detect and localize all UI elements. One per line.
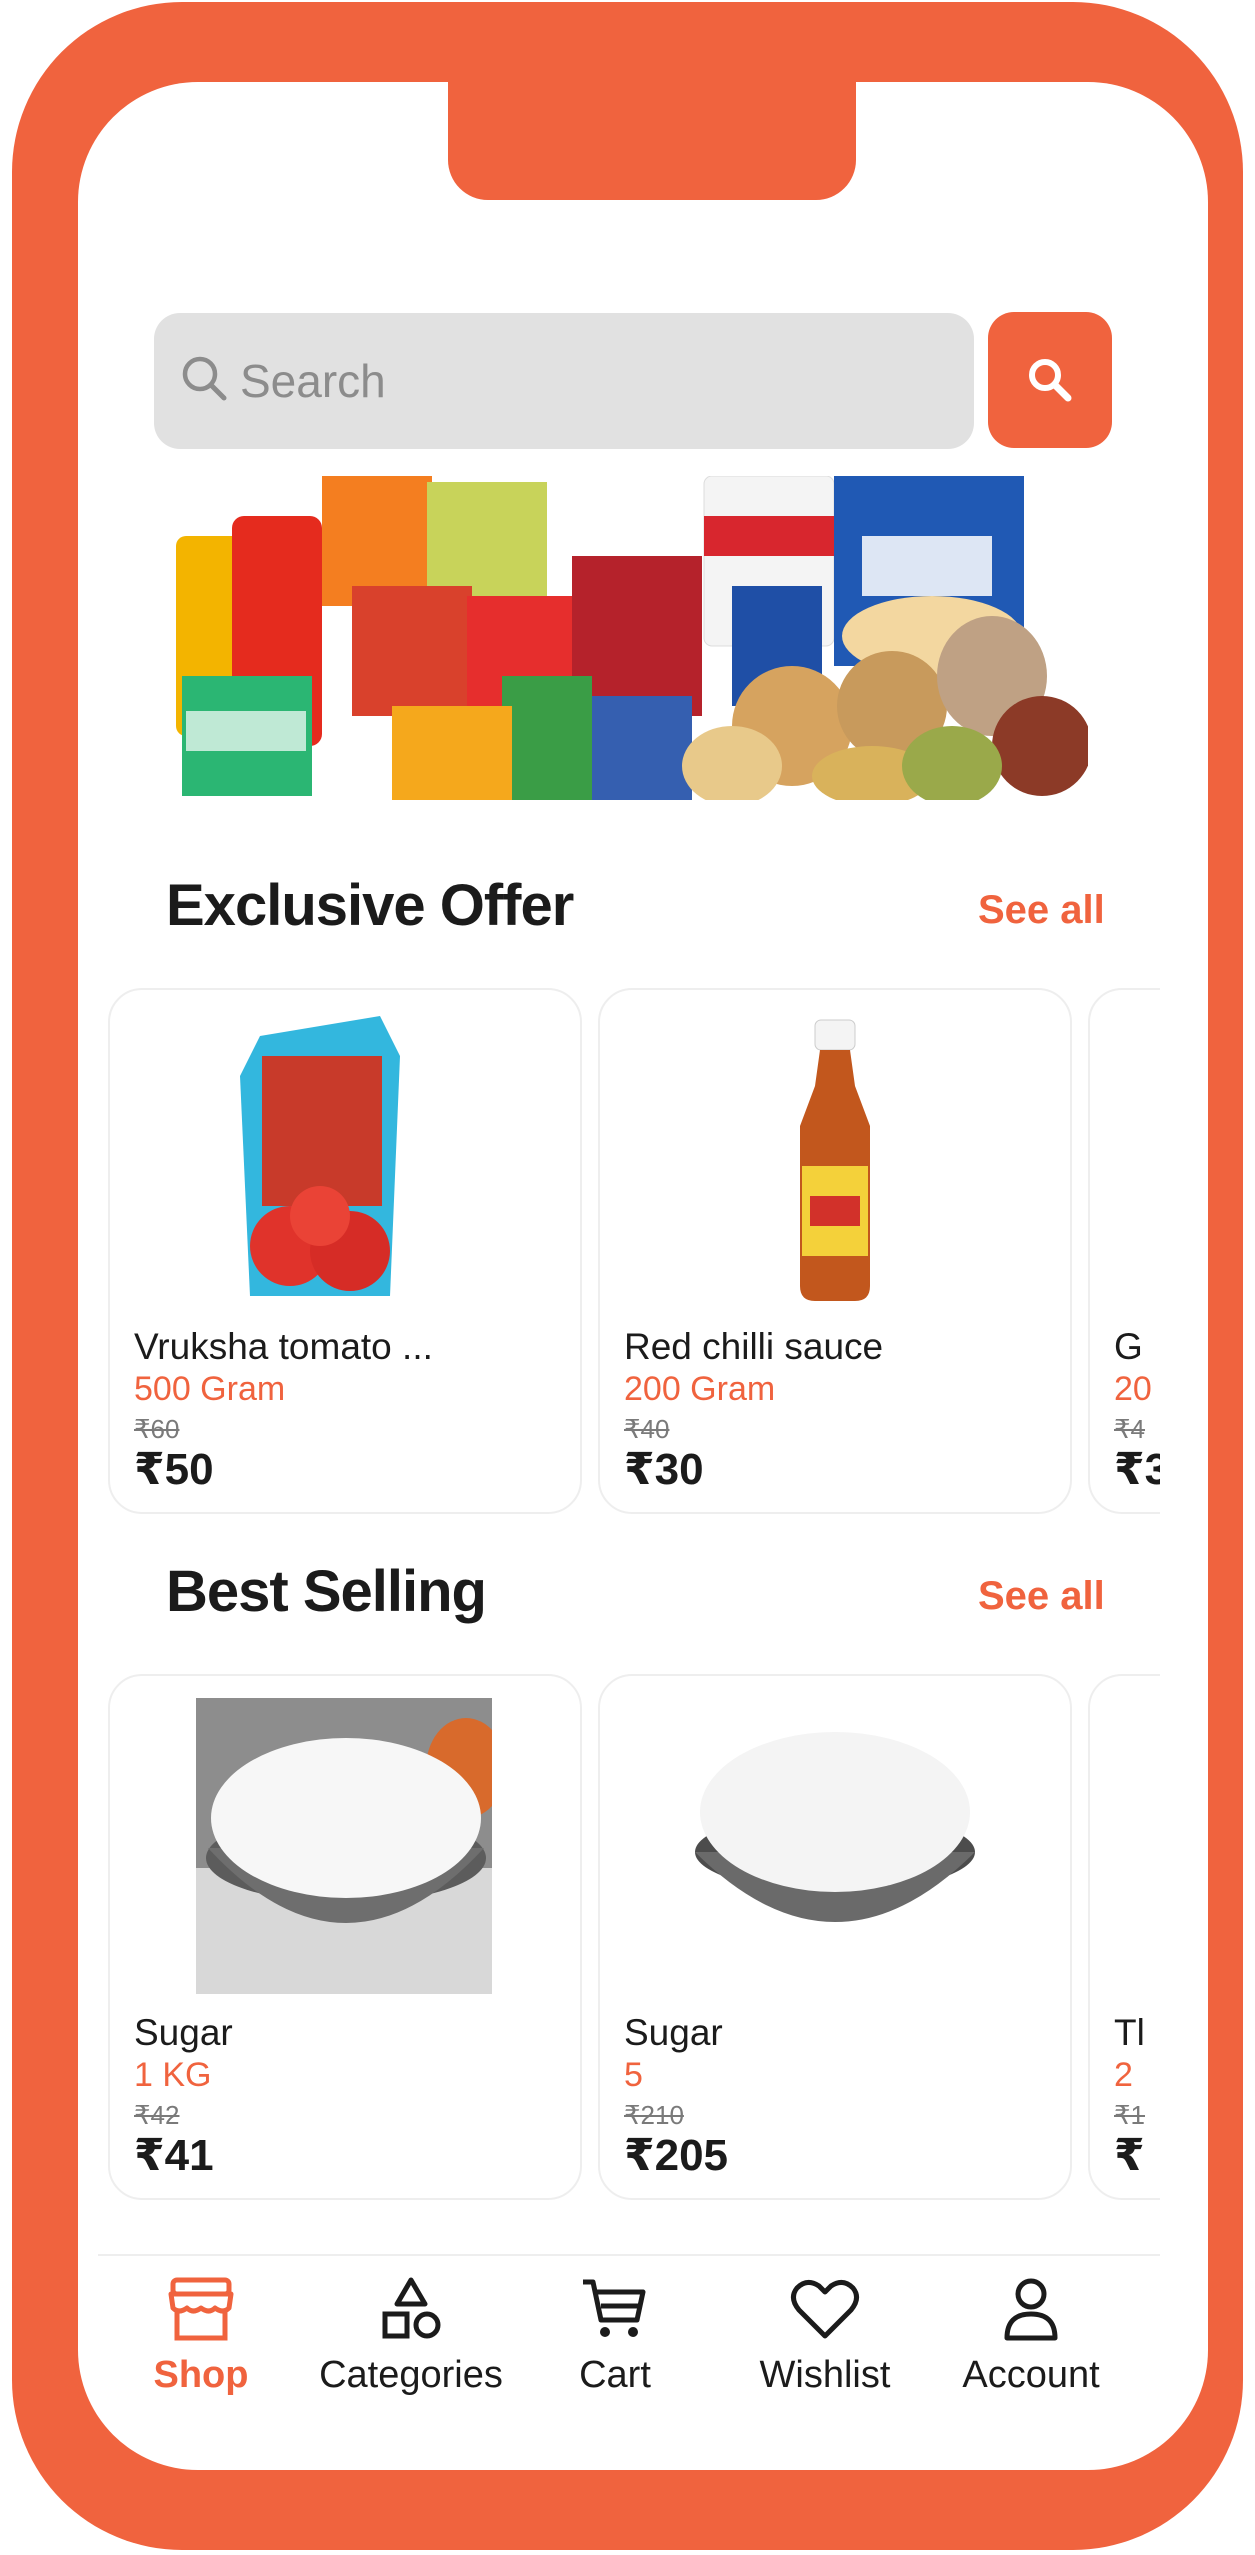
product-name: Sugar	[624, 2012, 723, 2053]
product-quantity: 20	[1114, 1370, 1152, 1408]
product-image	[800, 1019, 870, 1301]
best-selling-see-all-link[interactable]: See all	[978, 1574, 1105, 1619]
exclusive-offer-title: Exclusive Offer	[166, 873, 574, 938]
product-original-price: ₹210	[624, 2100, 684, 2130]
product-original-price: ₹42	[134, 2100, 180, 2130]
shapes-icon	[382, 2277, 441, 2339]
product-price: ₹41	[134, 2131, 214, 2180]
product-price: ₹3	[1114, 1445, 1160, 1494]
product-card[interactable]: Tl 2 ₹1 ₹	[1088, 1674, 1160, 2200]
product-card[interactable]: G 20 ₹4 ₹3	[1088, 988, 1160, 1514]
product-original-price: ₹4	[1114, 1414, 1146, 1444]
grocery-banner[interactable]	[172, 476, 1088, 800]
heart-icon	[791, 2280, 859, 2339]
product-name: G	[1114, 1326, 1143, 1367]
nav-label: Account	[962, 2354, 1100, 2396]
search-input[interactable]: Search	[154, 313, 974, 449]
exclusive-offer-carousel[interactable]: Vruksha tomato ... 500 Gram ₹60 ₹50 Red …	[108, 988, 1160, 1518]
phone-notch	[448, 80, 856, 200]
product-card[interactable]: Red chilli sauce 200 Gram ₹40 ₹30	[598, 988, 1072, 1514]
store-icon	[168, 2277, 234, 2341]
product-card[interactable]: Sugar 5 ₹210 ₹205	[598, 1674, 1072, 2200]
product-card[interactable]: Sugar 1 KG ₹42 ₹41	[108, 1674, 582, 2200]
nav-item-cart[interactable]: Cart	[520, 2276, 710, 2416]
product-name: Red chilli sauce	[624, 1326, 884, 1367]
nav-divider	[98, 2254, 1160, 2256]
product-original-price: ₹60	[134, 1414, 180, 1444]
nav-label: Categories	[319, 2354, 503, 2396]
best-selling-title: Best Selling	[166, 1559, 487, 1624]
search-icon	[1029, 359, 1072, 402]
product-quantity: 2	[1114, 2056, 1133, 2094]
product-price: ₹205	[624, 2131, 729, 2180]
nav-label: Wishlist	[759, 2354, 891, 2396]
product-card[interactable]: Vruksha tomato ... 500 Gram ₹60 ₹50	[108, 988, 582, 1514]
user-icon	[1004, 2278, 1058, 2341]
search-button[interactable]	[988, 312, 1112, 448]
product-original-price: ₹40	[624, 1414, 670, 1444]
product-quantity: 5	[624, 2056, 643, 2094]
search-placeholder: Search	[240, 355, 386, 407]
product-quantity: 500 Gram	[134, 1370, 286, 1408]
nav-label: Cart	[579, 2354, 651, 2396]
nav-item-wishlist[interactable]: Wishlist	[730, 2276, 920, 2416]
product-price: ₹30	[624, 1445, 704, 1494]
nav-item-shop[interactable]: Shop	[106, 2276, 296, 2416]
product-quantity: 1 KG	[134, 2056, 212, 2094]
nav-item-categories[interactable]: Categories	[316, 2276, 506, 2416]
product-quantity: 200 Gram	[624, 1370, 776, 1408]
product-name: Vruksha tomato ...	[134, 1326, 433, 1367]
product-original-price: ₹1	[1114, 2100, 1146, 2130]
product-name: Tl	[1114, 2012, 1145, 2053]
exclusive-offer-see-all-link[interactable]: See all	[978, 888, 1105, 933]
nav-label: Shop	[153, 2354, 249, 2396]
search-icon	[182, 356, 227, 401]
product-name: Sugar	[134, 2012, 233, 2053]
best-selling-carousel[interactable]: Sugar 1 KG ₹42 ₹41 Sugar 5 ₹210 ₹205 Tl …	[108, 1674, 1160, 2204]
product-price: ₹	[1114, 2131, 1145, 2180]
cart-icon	[583, 2279, 646, 2337]
product-image	[695, 1732, 975, 1922]
nav-item-account[interactable]: Account	[936, 2276, 1126, 2416]
product-image	[240, 1016, 400, 1296]
product-price: ₹50	[134, 1445, 214, 1494]
product-image	[196, 1698, 492, 1994]
